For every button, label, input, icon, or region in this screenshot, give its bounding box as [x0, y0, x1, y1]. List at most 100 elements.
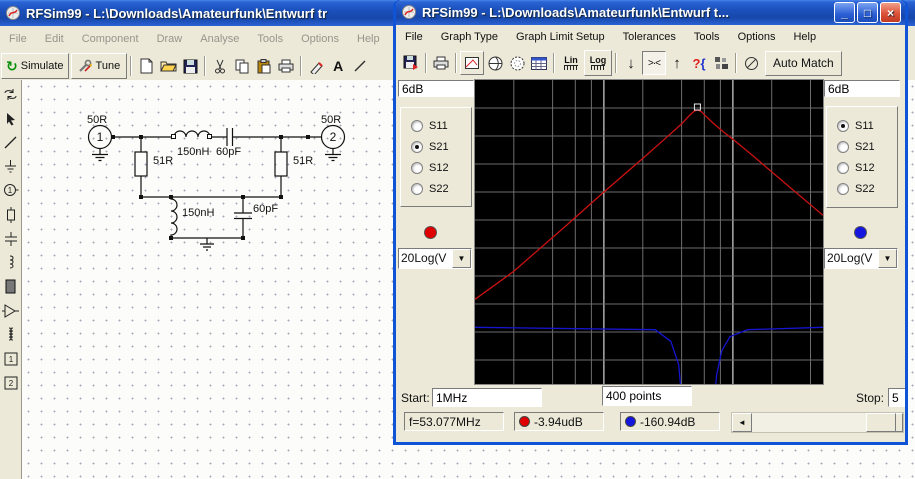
- points-input[interactable]: [602, 386, 692, 406]
- menu-graph-type[interactable]: Graph Type: [432, 31, 507, 43]
- menu-analyse[interactable]: Analyse: [191, 33, 248, 45]
- new-icon[interactable]: [135, 55, 157, 77]
- smith-chart-icon[interactable]: [484, 52, 506, 74]
- chevron-down-icon[interactable]: ▼: [452, 249, 471, 268]
- radio-icon[interactable]: [411, 141, 423, 153]
- right-scale-input[interactable]: [824, 80, 900, 97]
- left-radio-s11[interactable]: S11: [411, 120, 448, 132]
- copy-icon[interactable]: [231, 55, 253, 77]
- left-radio-s21[interactable]: S21: [411, 141, 449, 153]
- left-scale-input[interactable]: [398, 80, 474, 97]
- amplifier-icon[interactable]: [1, 300, 20, 321]
- resistor-icon[interactable]: [1, 204, 20, 225]
- port1-impedance-label: 50R: [87, 114, 107, 126]
- table-icon[interactable]: [528, 52, 550, 74]
- minimize-button[interactable]: _: [834, 2, 855, 23]
- sparameter-plot: [474, 80, 824, 442]
- erase-icon[interactable]: [305, 55, 327, 77]
- rect-graph-icon[interactable]: [460, 51, 484, 75]
- ground-icon[interactable]: [1, 156, 20, 177]
- left-radio-s22[interactable]: S22: [411, 183, 449, 195]
- tune-button[interactable]: Tune: [70, 53, 128, 79]
- save-icon[interactable]: [179, 55, 201, 77]
- toolbar-separator: [615, 53, 617, 73]
- paste-icon[interactable]: [253, 55, 275, 77]
- inductor-icon[interactable]: [1, 252, 20, 273]
- menu-tolerances[interactable]: Tolerances: [614, 31, 685, 43]
- menu-file[interactable]: File: [0, 33, 36, 45]
- graph-plot-area[interactable]: [474, 79, 824, 442]
- export-save-icon[interactable]: [400, 52, 422, 74]
- cut-icon[interactable]: [209, 55, 231, 77]
- right-radio-s12[interactable]: S12: [837, 162, 875, 174]
- draw-line-icon[interactable]: [349, 55, 371, 77]
- port-icon[interactable]: 1: [1, 180, 20, 201]
- menu-options[interactable]: Options: [292, 33, 348, 45]
- radio-icon[interactable]: [837, 162, 849, 174]
- marker-scrollbar[interactable]: ◄ ►: [731, 412, 904, 433]
- linear-scale-icon[interactable]: Lin: [558, 52, 584, 74]
- attenuator-icon[interactable]: [1, 276, 20, 297]
- open-icon[interactable]: [157, 55, 179, 77]
- close-button[interactable]: ×: [880, 2, 901, 23]
- scroll-left-icon[interactable]: ◄: [732, 413, 752, 432]
- filter-schematic[interactable]: 50R 1 50R 2 51R 51R 150nH 60pF 150nH 60p…: [61, 100, 371, 260]
- chevron-down-icon[interactable]: ▼: [878, 249, 897, 268]
- radio-icon[interactable]: [411, 120, 423, 132]
- delay-clock-icon[interactable]: [740, 52, 762, 74]
- graph-window-titlebar[interactable]: RFSim99 - L:\Downloads\Amateurfunk\Entwu…: [396, 0, 905, 25]
- wire-icon[interactable]: [1, 132, 20, 153]
- log-scale-icon[interactable]: Log: [584, 50, 612, 76]
- capacitor-icon[interactable]: [1, 228, 20, 249]
- start-frequency-input[interactable]: [432, 388, 542, 407]
- port1-box-icon[interactable]: 1: [1, 348, 20, 369]
- print-icon[interactable]: [275, 55, 297, 77]
- radio-icon[interactable]: [411, 183, 423, 195]
- radio-icon[interactable]: [837, 183, 849, 195]
- right-radio-s21[interactable]: S21: [837, 141, 875, 153]
- transformer-icon[interactable]: [1, 324, 20, 345]
- marker-frequency-readout: f=53.077MHz: [404, 412, 504, 431]
- menu-options[interactable]: Options: [729, 31, 785, 43]
- left-format-combo[interactable]: 20Log(V ▼: [398, 248, 472, 269]
- auto-match-label: Auto Match: [773, 56, 834, 70]
- stop-frequency-input[interactable]: [888, 388, 905, 407]
- left-radio-s12[interactable]: S12: [411, 162, 449, 174]
- scrollbar-track[interactable]: [752, 413, 896, 432]
- right-radio-s11[interactable]: S11: [837, 120, 874, 132]
- menu-tools[interactable]: Tools: [685, 31, 729, 43]
- auto-match-button[interactable]: Auto Match: [765, 50, 842, 76]
- menu-edit[interactable]: Edit: [36, 33, 73, 45]
- menu-file[interactable]: File: [396, 31, 432, 43]
- menu-tools[interactable]: Tools: [248, 33, 292, 45]
- pointer-icon[interactable]: [1, 108, 20, 129]
- radio-icon[interactable]: [411, 162, 423, 174]
- shunt-resistor-right-label: 51R: [293, 155, 313, 167]
- marker-down-icon[interactable]: ↓: [620, 52, 642, 74]
- radio-icon[interactable]: [837, 141, 849, 153]
- tolerance-icon[interactable]: [710, 52, 732, 74]
- right-radio-s22[interactable]: S22: [837, 183, 875, 195]
- text-icon[interactable]: A: [327, 55, 349, 77]
- port2-box-icon[interactable]: 2: [1, 372, 20, 393]
- maximize-button[interactable]: □: [857, 2, 878, 23]
- marker-up-icon[interactable]: ↑: [666, 52, 688, 74]
- menu-draw[interactable]: Draw: [148, 33, 192, 45]
- marker-center-icon[interactable]: >·<: [642, 51, 666, 75]
- polar-graph-icon[interactable]: [506, 52, 528, 74]
- radio-icon[interactable]: [837, 120, 849, 132]
- svg-text:1: 1: [8, 355, 13, 364]
- print-icon[interactable]: [430, 52, 452, 74]
- simulate-button[interactable]: ↻ Simulate: [1, 53, 69, 79]
- menu-help[interactable]: Help: [348, 33, 389, 45]
- scrollbar-thumb[interactable]: [866, 413, 896, 432]
- series-inductor-label: 150nH: [177, 146, 209, 158]
- query-values-icon[interactable]: ?{: [688, 52, 710, 74]
- red-dot-icon: [519, 416, 530, 427]
- graph-window-title: RFSim99 - L:\Downloads\Amateurfunk\Entwu…: [422, 5, 729, 20]
- swap-arrows-icon[interactable]: [1, 84, 20, 105]
- right-format-combo[interactable]: 20Log(V ▼: [824, 248, 898, 269]
- menu-graph-limit-setup[interactable]: Graph Limit Setup: [507, 31, 614, 43]
- menu-component[interactable]: Component: [73, 33, 148, 45]
- menu-help[interactable]: Help: [784, 31, 825, 43]
